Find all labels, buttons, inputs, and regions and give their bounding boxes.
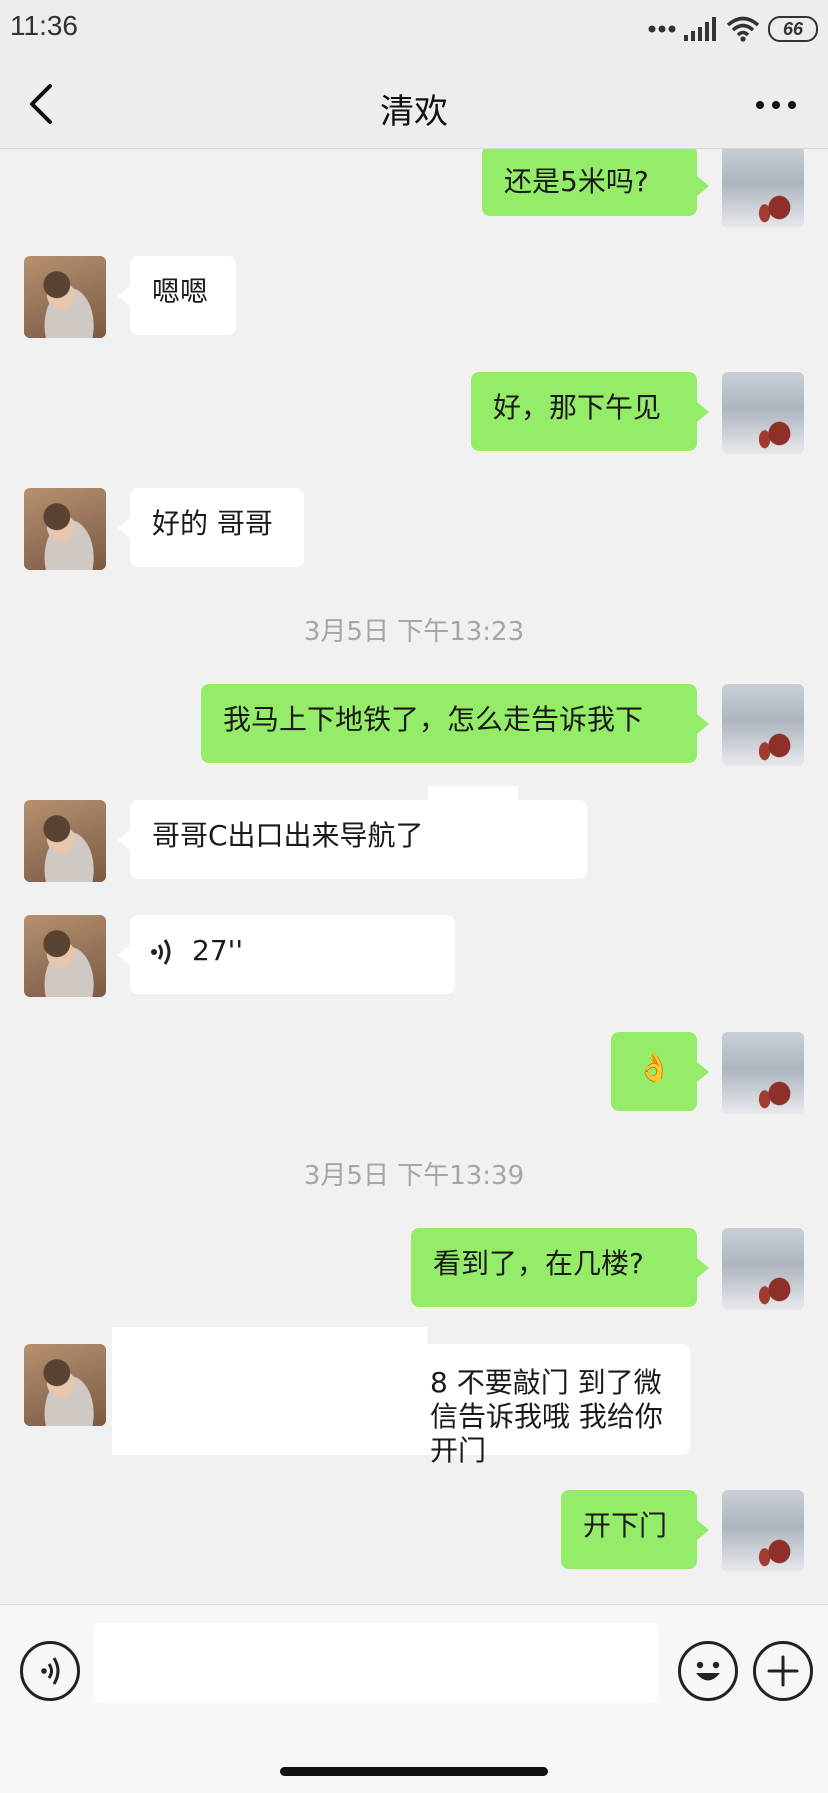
emoji-button[interactable] (678, 1641, 738, 1701)
home-indicator[interactable] (280, 1767, 548, 1776)
message-list[interactable]: 还是5米吗? 嗯嗯 好，那下午见 好的 哥哥 3月5日 下午13:23 我马上下… (0, 149, 828, 1604)
outgoing-message[interactable]: 好，那下午见 (471, 372, 709, 451)
incoming-message[interactable]: 哥哥C出口出来导航了 公寓 (118, 800, 587, 879)
timestamp: 3月5日 下午13:39 (303, 1161, 525, 1191)
my-avatar[interactable] (722, 684, 804, 766)
battery-icon: 66 (768, 16, 818, 42)
incoming-message[interactable]: 嗯嗯 (118, 256, 236, 335)
contact-avatar[interactable] (24, 256, 106, 338)
battery-level: 66 (782, 18, 804, 39)
my-avatar[interactable] (722, 1490, 804, 1572)
redaction-mask (112, 1327, 427, 1455)
outgoing-message[interactable]: 开下门 (561, 1490, 709, 1569)
dots-icon (648, 25, 676, 33)
outgoing-message[interactable]: 我马上下地铁了，怎么走告诉我下 (201, 684, 709, 763)
message-text: 看到了，在几楼? (433, 1247, 644, 1280)
smiley-icon (696, 1661, 720, 1681)
my-avatar[interactable] (722, 372, 804, 454)
message-text: 嗯嗯 (152, 275, 209, 308)
message-text: 8 不要敲门 到了微信告诉我哦 我给你开门 (430, 1366, 663, 1467)
more-actions-button[interactable] (753, 1641, 813, 1701)
voice-message[interactable]: 27'' (118, 915, 455, 994)
my-avatar[interactable] (722, 1228, 804, 1310)
message-text: 我马上下地铁了，怎么走告诉我下 (223, 703, 644, 736)
voice-wave-icon (41, 1657, 60, 1685)
status-icons: 66 (648, 14, 818, 44)
voice-duration: 27'' (192, 934, 244, 967)
voice-input-button[interactable] (20, 1641, 80, 1701)
message-text: 开下门 (583, 1509, 668, 1542)
contact-avatar[interactable] (24, 488, 106, 570)
incoming-message[interactable]: 好的 哥哥 (118, 488, 304, 567)
timestamp: 3月5日 下午13:23 (303, 617, 525, 647)
contact-avatar[interactable] (24, 800, 106, 882)
message-text: 好的 哥哥 (152, 507, 273, 540)
message-text: 好，那下午见 (493, 391, 662, 424)
voice-wave-icon (151, 939, 171, 965)
contact-avatar[interactable] (24, 1344, 106, 1426)
my-avatar[interactable] (722, 149, 804, 228)
ok-hand-emoji: 👌 (636, 1051, 672, 1084)
message-text: 还是5米吗? (504, 165, 649, 198)
status-bar: 11:36 66 (0, 0, 828, 60)
status-time: 11:36 (10, 10, 78, 41)
outgoing-message[interactable]: 👌 (611, 1032, 709, 1111)
redaction-mask (428, 786, 518, 872)
outgoing-message[interactable]: 还是5米吗? (482, 149, 709, 216)
chat-title: 清欢 (380, 92, 448, 132)
wifi-icon (726, 16, 760, 42)
input-bar (0, 1604, 828, 1793)
contact-avatar[interactable] (24, 915, 106, 997)
my-avatar[interactable] (722, 1032, 804, 1114)
more-icon[interactable] (752, 90, 800, 120)
signal-icon (684, 17, 716, 41)
chat-header: 清欢 (0, 60, 828, 149)
plus-icon (767, 1655, 799, 1687)
outgoing-message[interactable]: 看到了，在几楼? (411, 1228, 709, 1307)
message-input[interactable] (94, 1623, 658, 1703)
